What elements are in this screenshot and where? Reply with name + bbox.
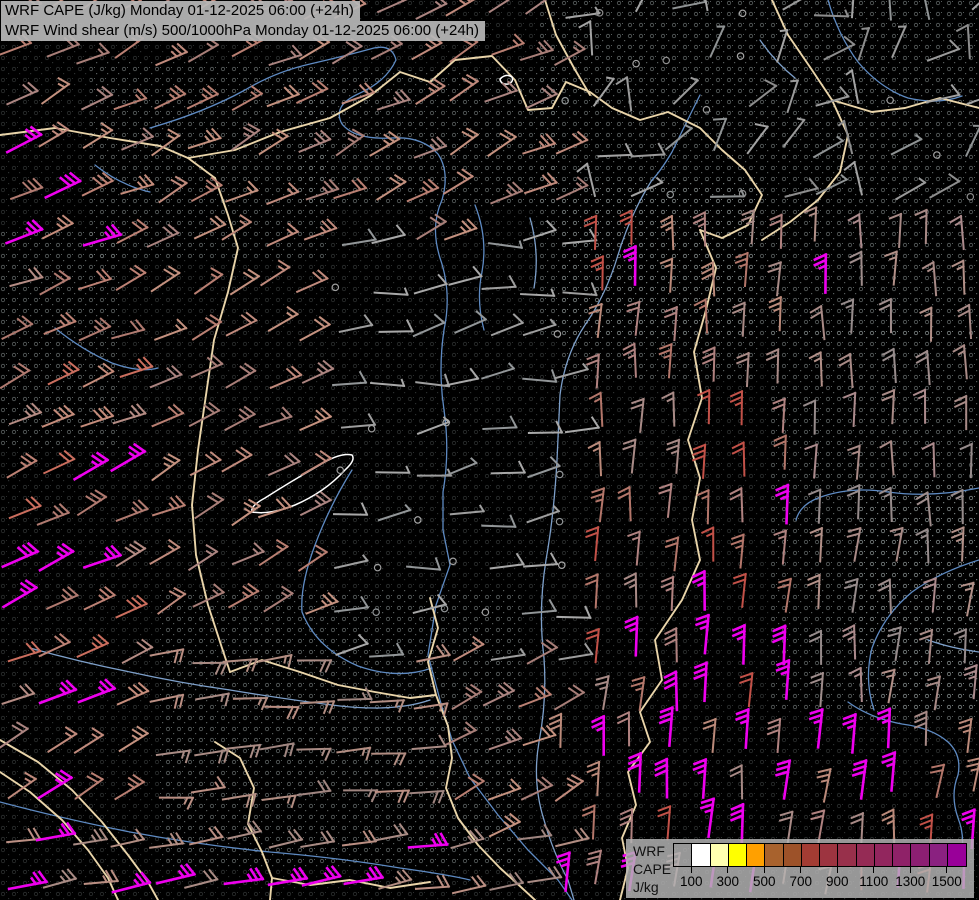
legend-color-cell <box>765 844 784 866</box>
legend-color-cell <box>893 844 912 866</box>
legend-tick-mark <box>946 867 948 873</box>
title-line-shear: WRF Wind shear (m/s) 500/1000hPa Monday … <box>1 21 486 41</box>
legend-label-model: WRF <box>633 843 665 859</box>
legend-tick-label: 900 <box>825 874 849 889</box>
legend-tick-scale: 100 300 500 700 900 1100 1300 1500 <box>673 867 965 895</box>
legend-color-cell <box>838 844 857 866</box>
legend-color-cell <box>801 844 820 866</box>
legend-tick-label: 500 <box>752 874 776 889</box>
legend-tick-mark <box>800 867 802 873</box>
legend-tick-mark <box>690 867 692 873</box>
legend-color-cell <box>710 844 729 866</box>
title-cape-text: WRF CAPE (J/kg) Monday 01-12-2025 06:00 … <box>5 2 354 19</box>
legend-tick-label: 700 <box>789 874 813 889</box>
cape-legend: WRF CAPE J/kg 100 300 500 700 900 1100 1300 150… <box>626 839 974 898</box>
legend-tick-label: 1500 <box>931 874 962 889</box>
legend-label-parameter: CAPE <box>633 861 672 877</box>
legend-color-cell <box>820 844 839 866</box>
legend-color-cell <box>911 844 930 866</box>
weather-map-viewport: WRF CAPE (J/kg) Monday 01-12-2025 06:00 … <box>0 0 979 900</box>
legend-color-cell <box>747 844 766 866</box>
legend-tick-label: 100 <box>679 874 703 889</box>
legend-color-cell <box>728 844 747 866</box>
legend-tick-mark <box>836 867 838 873</box>
title-line-cape: WRF CAPE (J/kg) Monday 01-12-2025 06:00 … <box>1 1 360 21</box>
legend-color-strip <box>673 843 967 867</box>
title-shear-text: WRF Wind shear (m/s) 500/1000hPa Monday … <box>5 22 480 39</box>
legend-color-cell <box>856 844 875 866</box>
map-canvas <box>0 0 979 900</box>
legend-tick-mark <box>873 867 875 873</box>
legend-labels: WRF CAPE J/kg <box>633 842 671 896</box>
legend-color-cell <box>674 844 693 866</box>
legend-color-cell <box>929 844 948 866</box>
legend-label-unit: J/kg <box>633 879 659 895</box>
legend-tick-label: 1300 <box>895 874 926 889</box>
legend-tick-label: 1100 <box>859 874 889 889</box>
legend-color-cell <box>692 844 711 866</box>
legend-tick-label: 300 <box>716 874 740 889</box>
legend-color-cell <box>783 844 802 866</box>
legend-color-cell <box>874 844 893 866</box>
legend-tick-mark <box>909 867 911 873</box>
legend-tick-mark <box>727 867 729 873</box>
legend-tick-mark <box>763 867 765 873</box>
legend-color-cell <box>947 844 966 866</box>
